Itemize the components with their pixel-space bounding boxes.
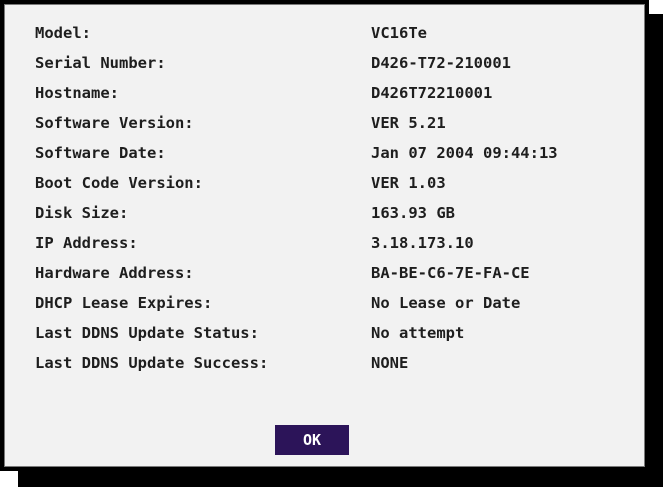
- info-value: D426-T72-210001: [371, 54, 511, 72]
- info-label: Software Date:: [35, 144, 166, 162]
- info-value: D426T72210001: [371, 84, 493, 102]
- info-value: NONE: [371, 354, 409, 372]
- info-value: VC16Te: [371, 24, 427, 42]
- ok-button[interactable]: OK: [275, 425, 349, 455]
- info-label: Disk Size:: [35, 204, 129, 222]
- system-info-dialog: Model: VC16Te Serial Number: D426-T72-21…: [0, 0, 649, 471]
- info-row-last-ddns-update-success: Last DDNS Update Success: NONE: [35, 353, 645, 383]
- info-value: VER 1.03: [371, 174, 446, 192]
- info-value: BA-BE-C6-7E-FA-CE: [371, 264, 530, 282]
- info-row-software-date: Software Date: Jan 07 2004 09:44:13: [35, 143, 645, 173]
- info-label: Hardware Address:: [35, 264, 194, 282]
- info-value: VER 5.21: [371, 114, 446, 132]
- info-value: 163.93 GB: [371, 204, 455, 222]
- info-value: Jan 07 2004 09:44:13: [371, 144, 558, 162]
- info-label: Last DDNS Update Success:: [35, 354, 269, 372]
- info-label: IP Address:: [35, 234, 138, 252]
- info-row-ip-address: IP Address: 3.18.173.10: [35, 233, 645, 263]
- info-label: DHCP Lease Expires:: [35, 294, 213, 312]
- info-row-software-version: Software Version: VER 5.21: [35, 113, 645, 143]
- info-row-hardware-address: Hardware Address: BA-BE-C6-7E-FA-CE: [35, 263, 645, 293]
- info-value: 3.18.173.10: [371, 234, 474, 252]
- info-row-serial-number: Serial Number: D426-T72-210001: [35, 53, 645, 83]
- info-row-model: Model: VC16Te: [35, 23, 645, 53]
- info-value: No attempt: [371, 324, 465, 342]
- info-row-last-ddns-update-status: Last DDNS Update Status: No attempt: [35, 323, 645, 353]
- info-value: No Lease or Date: [371, 294, 521, 312]
- info-label: Boot Code Version:: [35, 174, 203, 192]
- info-row-dhcp-lease-expires: DHCP Lease Expires: No Lease or Date: [35, 293, 645, 323]
- info-label: Last DDNS Update Status:: [35, 324, 259, 342]
- info-row-disk-size: Disk Size: 163.93 GB: [35, 203, 645, 233]
- info-list: Model: VC16Te Serial Number: D426-T72-21…: [35, 23, 645, 383]
- info-label: Serial Number:: [35, 54, 166, 72]
- info-label: Model:: [35, 24, 91, 42]
- info-label: Hostname:: [35, 84, 119, 102]
- info-label: Software Version:: [35, 114, 194, 132]
- info-row-boot-code-version: Boot Code Version: VER 1.03: [35, 173, 645, 203]
- dialog-panel: Model: VC16Te Serial Number: D426-T72-21…: [4, 4, 645, 467]
- info-row-hostname: Hostname: D426T72210001: [35, 83, 645, 113]
